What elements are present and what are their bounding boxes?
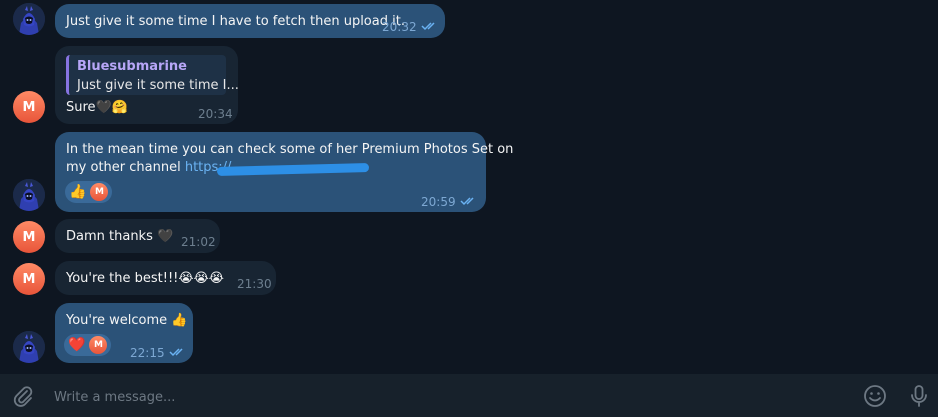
reaction-chip[interactable]: 👍 M <box>65 181 113 203</box>
message-input[interactable] <box>52 385 836 409</box>
message-text: You're welcome 👍 <box>66 313 188 328</box>
hooded-character-avatar-icon <box>13 331 45 363</box>
sender-avatar[interactable] <box>13 179 45 211</box>
message-bubble[interactable]: You're welcome 👍 ❤️ M 22:15 <box>55 303 193 363</box>
sender-avatar[interactable] <box>13 331 45 363</box>
message-bubble[interactable]: Just give it some time I have to fetch t… <box>55 4 445 38</box>
double-check-icon <box>460 197 474 206</box>
reactor-avatar: M <box>90 183 109 201</box>
hooded-character-avatar-icon <box>13 179 45 211</box>
sender-avatar[interactable]: M <box>13 221 45 253</box>
hooded-character-avatar-icon <box>13 3 45 35</box>
message-text: Damn thanks 🖤 <box>66 229 174 244</box>
double-check-icon <box>421 22 435 31</box>
sender-avatar[interactable] <box>13 3 45 35</box>
message-bubble[interactable]: In the mean time you can check some of h… <box>55 132 513 212</box>
message-text-line-1: In the mean time you can check some of h… <box>66 142 514 157</box>
message-bubble[interactable]: You're the best!!!😭😭😭 21:30 <box>55 261 276 295</box>
message-text: Sure🖤🤗 <box>66 100 128 115</box>
message-time: 20:32 <box>382 20 417 34</box>
sender-avatar[interactable]: M <box>13 91 45 123</box>
message-time: 22:15 <box>130 346 165 360</box>
smiley-icon[interactable] <box>862 383 888 409</box>
sender-avatar[interactable]: M <box>13 263 45 295</box>
reaction-chip[interactable]: ❤️ M <box>64 334 112 356</box>
heart-icon: ❤️ <box>68 336 86 353</box>
message-bubble[interactable]: Damn thanks 🖤 21:02 <box>55 219 220 253</box>
reply-snippet: Just give it some time I... <box>77 78 239 93</box>
reactor-avatar: M <box>89 336 108 354</box>
redaction-scribble <box>216 163 370 176</box>
double-check-icon <box>169 348 183 357</box>
message-time: 21:02 <box>181 235 216 249</box>
message-text-line-2: my other channel https:// <box>66 160 232 175</box>
message-time: 21:30 <box>237 277 272 291</box>
reply-quote[interactable]: Bluesubmarine Just give it some time I..… <box>66 55 239 95</box>
message-bubble[interactable]: Bluesubmarine Just give it some time I..… <box>55 46 239 124</box>
thumbs-up-icon: 👍 <box>69 183 87 200</box>
message-composer <box>0 374 938 417</box>
message-time: 20:34 <box>198 107 233 121</box>
message-time: 20:59 <box>421 195 456 209</box>
message-text: Just give it some time I have to fetch t… <box>66 14 405 29</box>
reply-author: Bluesubmarine <box>77 59 187 74</box>
microphone-icon[interactable] <box>906 383 932 409</box>
paperclip-icon[interactable] <box>10 383 36 409</box>
message-text: You're the best!!!😭😭😭 <box>66 271 224 286</box>
